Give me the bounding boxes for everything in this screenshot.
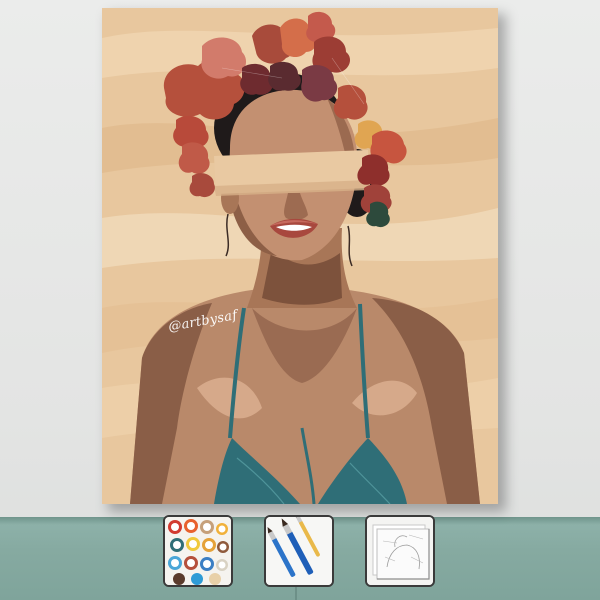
portrait-artwork <box>102 8 498 504</box>
numbered-canvas-thumbnail[interactable] <box>365 515 435 587</box>
brushes-icon <box>266 517 332 585</box>
painting-canvas: @artbysaf <box>102 8 498 504</box>
paint-pots-icon <box>165 517 231 585</box>
numbered-canvas-icon <box>367 517 433 585</box>
product-photo-scene: @artbysaf <box>0 0 600 600</box>
paint-pots-thumbnail[interactable] <box>163 515 233 587</box>
brushes-thumbnail[interactable] <box>264 515 334 587</box>
